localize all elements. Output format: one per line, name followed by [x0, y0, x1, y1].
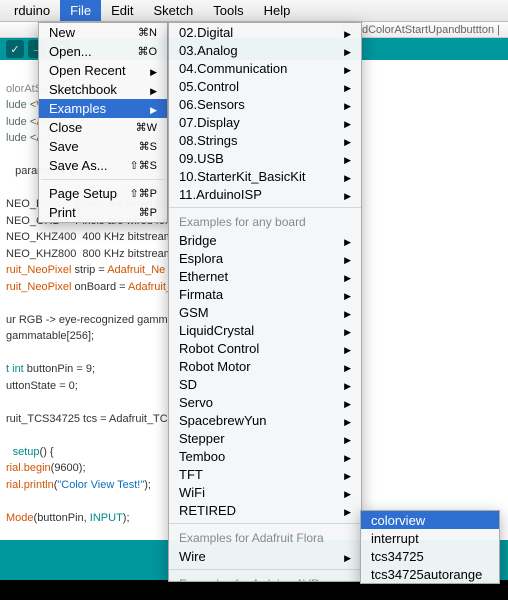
file-menu: New⌘N Open...⌘O Open Recent Sketchbook E… [38, 22, 168, 223]
submenu-item[interactable]: Stepper [169, 429, 361, 447]
menu-open-recent[interactable]: Open Recent [39, 61, 167, 80]
submenu-item[interactable]: Ethernet [169, 267, 361, 285]
submenu-item[interactable]: Servo [169, 393, 361, 411]
menu-saveas[interactable]: Save As...⇧⌘S [39, 156, 167, 175]
menu-app[interactable]: rduino [4, 0, 60, 21]
submenu-item[interactable]: Robot Motor [169, 357, 361, 375]
section-avr: Examples for Arduino AVR Boards [169, 574, 361, 582]
submenu-item[interactable]: colorview [361, 511, 499, 529]
submenu-item[interactable]: 07.Display [169, 113, 361, 131]
submenu-item[interactable]: LiquidCrystal [169, 321, 361, 339]
submenu-item[interactable]: 08.Strings [169, 131, 361, 149]
submenu-item[interactable]: tcs34725 [361, 547, 499, 565]
submenu-item[interactable]: 06.Sensors [169, 95, 361, 113]
submenu-item[interactable]: SD [169, 375, 361, 393]
section-flora: Examples for Adafruit Flora [169, 528, 361, 547]
section-any-board: Examples for any board [169, 212, 361, 231]
submenu-item[interactable]: 10.StarterKit_BasicKit [169, 167, 361, 185]
menu-sketchbook[interactable]: Sketchbook [39, 80, 167, 99]
menu-save[interactable]: Save⌘S [39, 137, 167, 156]
submenu-item[interactable]: Firmata [169, 285, 361, 303]
menu-tools[interactable]: Tools [203, 0, 253, 21]
menu-file[interactable]: File [60, 0, 101, 21]
verify-button[interactable]: ✓ [6, 40, 24, 58]
tcs34725-menu: colorviewinterrupttcs34725tcs34725autora… [360, 510, 500, 584]
submenu-item[interactable]: RETIRED [169, 501, 361, 519]
submenu-item[interactable]: 05.Control [169, 77, 361, 95]
submenu-item[interactable]: interrupt [361, 529, 499, 547]
menu-pagesetup[interactable]: Page Setup⇧⌘P [39, 184, 167, 203]
submenu-item[interactable]: Bridge [169, 231, 361, 249]
examples-menu: 02.Digital03.Analog04.Communication05.Co… [168, 22, 362, 582]
submenu-item[interactable]: 09.USB [169, 149, 361, 167]
menu-new[interactable]: New⌘N [39, 23, 167, 42]
submenu-item[interactable]: 04.Communication [169, 59, 361, 77]
menu-print[interactable]: Print⌘P [39, 203, 167, 222]
submenu-item[interactable]: Temboo [169, 447, 361, 465]
submenu-item[interactable]: 03.Analog [169, 41, 361, 59]
menu-examples[interactable]: Examples [39, 99, 167, 118]
menu-help[interactable]: Help [254, 0, 301, 21]
menu-open[interactable]: Open...⌘O [39, 42, 167, 61]
submenu-item[interactable]: 11.ArduinoISP [169, 185, 361, 203]
submenu-item[interactable]: Wire [169, 547, 361, 565]
submenu-item[interactable]: tcs34725autorange [361, 565, 499, 583]
menu-sketch[interactable]: Sketch [144, 0, 204, 21]
submenu-item[interactable]: GSM [169, 303, 361, 321]
submenu-item[interactable]: 02.Digital [169, 23, 361, 41]
menu-edit[interactable]: Edit [101, 0, 143, 21]
menubar: rduino File Edit Sketch Tools Help [0, 0, 508, 22]
submenu-item[interactable]: TFT [169, 465, 361, 483]
submenu-item[interactable]: Esplora [169, 249, 361, 267]
menu-close[interactable]: Close⌘W [39, 118, 167, 137]
submenu-item[interactable]: SpacebrewYun [169, 411, 361, 429]
submenu-item[interactable]: WiFi [169, 483, 361, 501]
submenu-item[interactable]: Robot Control [169, 339, 361, 357]
